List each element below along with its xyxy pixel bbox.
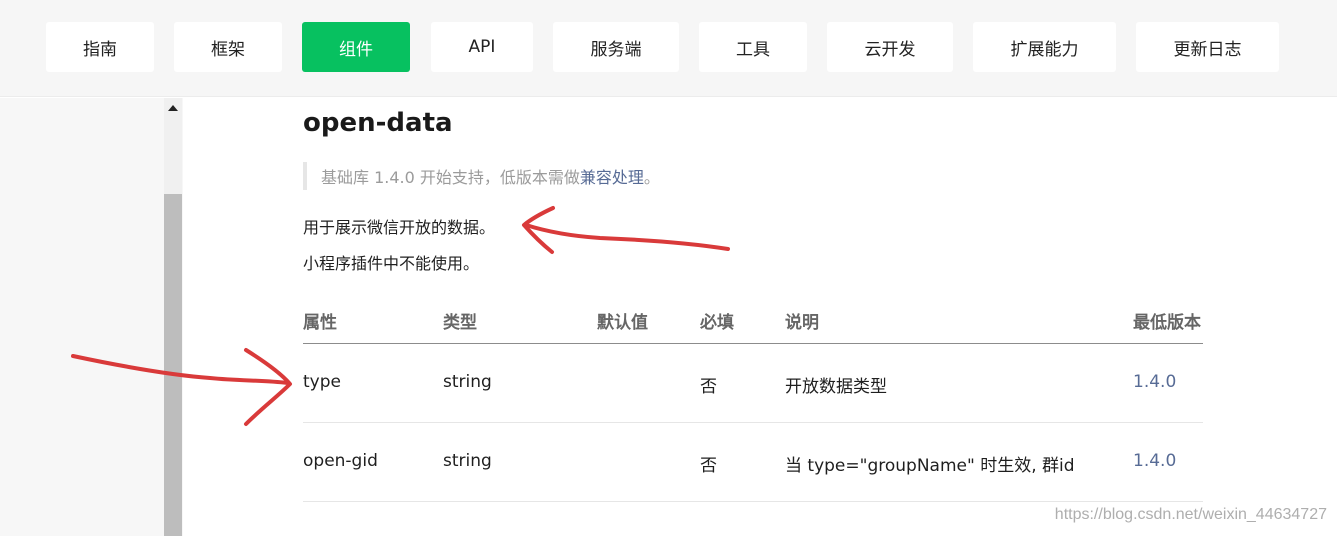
table-header-row: 属性 类型 默认值 必填 说明 最低版本: [303, 298, 1203, 344]
table-row: open-gid string 否 当 type="groupName" 时生效…: [303, 423, 1203, 502]
header-version: 最低版本: [1133, 313, 1201, 333]
header-desc: 说明: [785, 313, 819, 333]
tab-changelog[interactable]: 更新日志: [1136, 22, 1279, 72]
cell-desc: 开放数据类型: [785, 377, 887, 397]
page-title: open-data: [303, 108, 453, 138]
header-type: 类型: [443, 313, 477, 333]
support-note: 基础库 1.4.0 开始支持，低版本需做 兼容处理。: [303, 162, 660, 190]
tab-server[interactable]: 服务端: [553, 22, 679, 72]
top-navigation: 指南 框架 组件 API 服务端 工具 云开发 扩展能力 更新日志: [0, 0, 1337, 97]
watermark: https://blog.csdn.net/weixin_44634727: [1054, 506, 1327, 523]
cell-required: 否: [700, 456, 717, 476]
header-default: 默认值: [597, 313, 648, 333]
sidebar: [0, 98, 183, 536]
support-note-text: 基础库 1.4.0 开始支持，低版本需做: [321, 168, 580, 187]
cell-version: 1.4.0: [1133, 451, 1177, 471]
cell-required: 否: [700, 377, 717, 397]
annotation-arrowhead-type-row: [244, 348, 292, 426]
cell-attr: type: [303, 372, 341, 392]
cell-desc: 当 type="groupName" 时生效, 群id: [785, 456, 1075, 476]
table-row: type string 否 开放数据类型 1.4.0: [303, 344, 1203, 423]
support-note-suffix: 。: [643, 168, 660, 187]
header-required: 必填: [700, 313, 734, 333]
cell-version: 1.4.0: [1133, 372, 1177, 392]
tab-extensions[interactable]: 扩展能力: [973, 22, 1116, 72]
annotation-arrow-description: [524, 223, 730, 251]
header-attr: 属性: [303, 313, 337, 333]
tab-framework[interactable]: 框架: [174, 22, 282, 72]
cell-attr: open-gid: [303, 451, 378, 471]
tab-components[interactable]: 组件: [302, 22, 410, 72]
scroll-up-arrow-icon[interactable]: [166, 102, 180, 114]
description-line-1: 用于展示微信开放的数据。: [303, 218, 496, 237]
tab-tools[interactable]: 工具: [699, 22, 807, 72]
attributes-table: 属性 类型 默认值 必填 说明 最低版本 type string 否 开放数据类…: [303, 298, 1203, 502]
tab-guide[interactable]: 指南: [46, 22, 154, 72]
tab-cloud-dev[interactable]: 云开发: [827, 22, 953, 72]
cell-type: string: [443, 451, 492, 471]
cell-type: string: [443, 372, 492, 392]
compat-link[interactable]: 兼容处理: [580, 164, 644, 188]
annotation-arrowhead-description: [522, 206, 555, 254]
sidebar-scrollbar-thumb[interactable]: [164, 194, 182, 536]
description-line-2: 小程序插件中不能使用。: [303, 254, 480, 273]
tab-api[interactable]: API: [431, 22, 533, 72]
